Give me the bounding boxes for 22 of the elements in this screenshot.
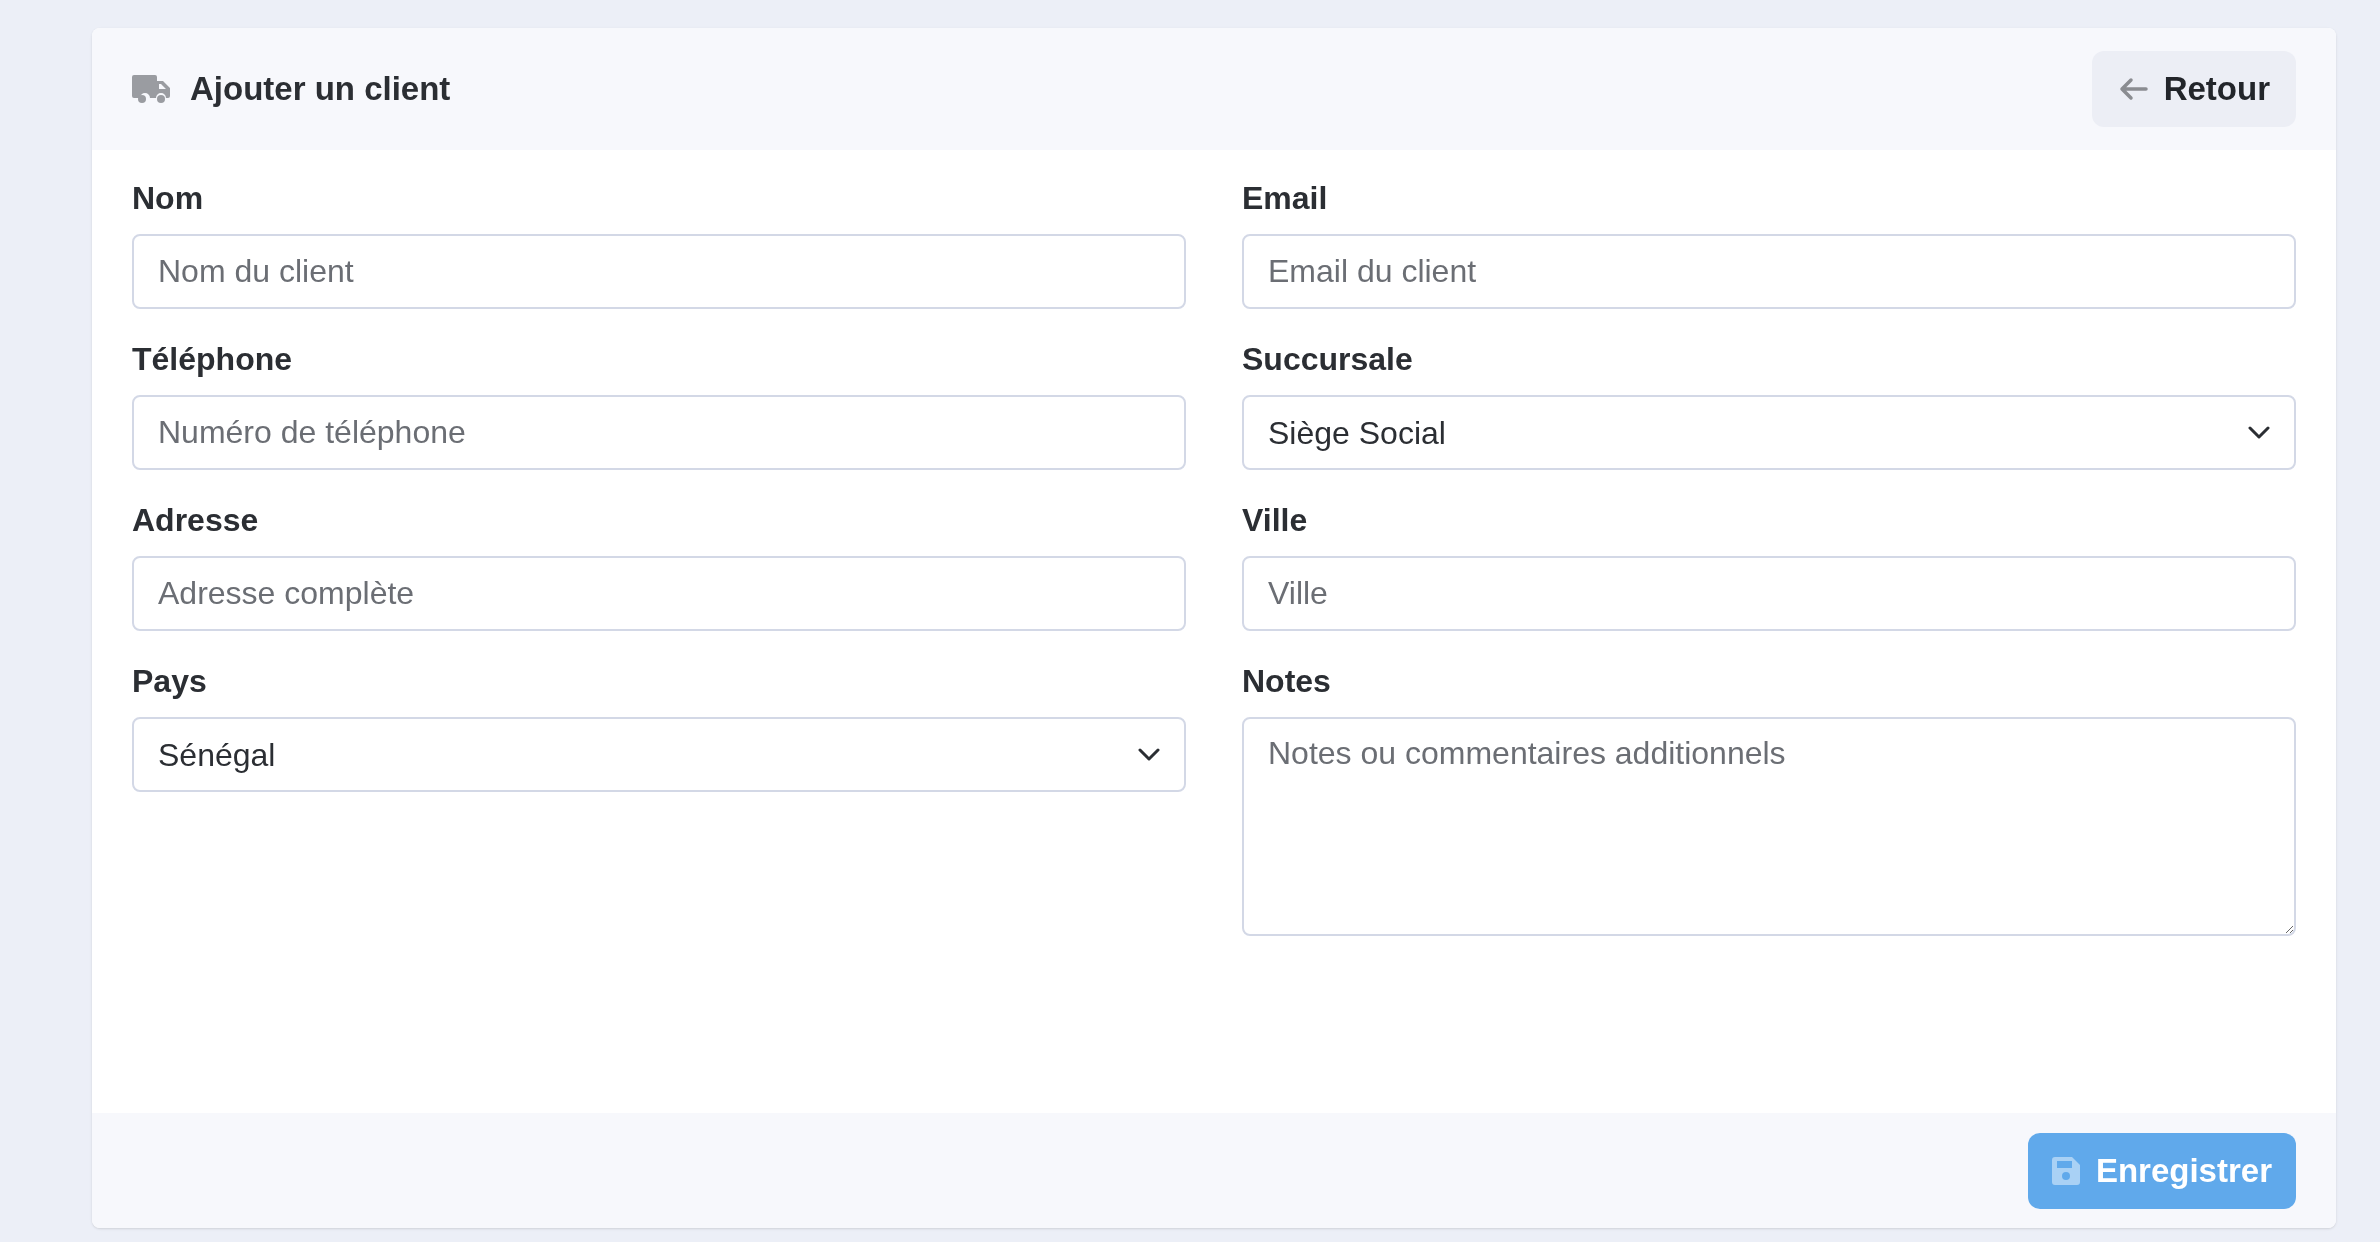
chevron-down-icon (1138, 747, 1160, 762)
text-input[interactable]: Nom du client (132, 234, 1186, 309)
truck-icon (132, 73, 172, 105)
field-label: Ville (1242, 501, 1309, 540)
select-dropdown[interactable]: Siège Social (1242, 395, 2296, 470)
notes-textarea[interactable]: Notes ou commentaires additionnels (1242, 717, 2296, 936)
text-input[interactable]: Email du client (1242, 234, 2296, 309)
field-label: Pays (132, 662, 208, 701)
select-dropdown[interactable]: Sénégal (132, 717, 1186, 792)
back-button[interactable]: Retour (2091, 51, 2296, 127)
field-label: Adresse (132, 501, 260, 540)
field-label: Téléphone (132, 340, 293, 379)
text-input[interactable]: Ville (1242, 556, 2296, 631)
page-title: Ajouter un client (190, 69, 451, 110)
arrow-left-icon (2117, 77, 2148, 101)
field-label: Nom (132, 179, 205, 218)
field-label: Succursale (1242, 340, 1414, 379)
chevron-down-icon (2248, 425, 2270, 440)
field-label: Notes (1242, 662, 1332, 701)
field-label: Email (1242, 179, 1329, 218)
text-input[interactable]: Adresse complète (132, 556, 1186, 631)
text-input[interactable]: Numéro de téléphone (132, 395, 1186, 470)
